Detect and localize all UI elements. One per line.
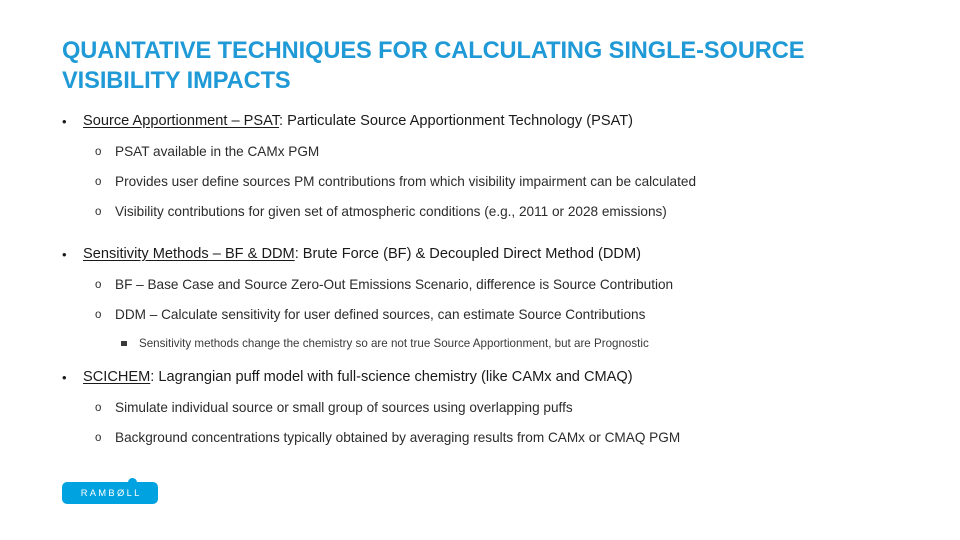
bullet-lead-text: Sensitivity Methods – BF & DDM [83,246,295,262]
bullet-circle-icon: o [95,176,102,188]
bullet-text: Visibility contributions for given set o… [115,204,667,219]
presentation-slide: QUANTATIVE TECHNIQUES FOR CALCULATING SI… [0,0,960,540]
bullet-text: DDM – Calculate sensitivity for user def… [115,307,646,322]
bullet-rest-text: : Lagrangian puff model with full-scienc… [150,369,633,385]
bullet-level2: o Visibility contributions for given set… [0,203,960,220]
bullet-level2: o Simulate individual source or small gr… [0,399,960,416]
bullet-level2: o Provides user define sources PM contri… [0,173,960,190]
bullet-text: Sensitivity methods change the chemistry… [139,337,649,350]
bullet-level2: o Background concentrations typically ob… [0,429,960,446]
bullet-circle-icon: o [95,402,102,414]
bullet-text: PSAT available in the CAMx PGM [115,144,320,159]
slide-body: • Source Apportionment – PSAT: Particula… [0,112,960,459]
bullet-level1: • SCICHEM: Lagrangian puff model with fu… [0,368,960,387]
bullet-level2: o DDM – Calculate sensitivity for user d… [0,306,960,323]
bullet-dot-icon: • [62,370,67,385]
bullet-square-icon [121,341,127,346]
bullet-level1: • Source Apportionment – PSAT: Particula… [0,112,960,131]
bullet-text: Provides user define sources PM contribu… [115,174,697,189]
bullet-circle-icon: o [95,146,102,158]
bullet-level2: o PSAT available in the CAMx PGM [0,143,960,160]
logo-wordmark: RAMBØLL [80,487,142,498]
bullet-circle-icon: o [95,309,102,321]
bullet-lead-text: SCICHEM [83,369,151,385]
bullet-circle-icon: o [95,206,102,218]
bullet-circle-icon: o [95,279,102,291]
bullet-rest-text: : Brute Force (BF) & Decoupled Direct Me… [294,246,641,262]
bullet-rest-text: : Particulate Source Apportionment Techn… [279,113,633,129]
bullet-text: Simulate individual source or small grou… [115,400,573,415]
bullet-lead-text: Source Apportionment – PSAT [83,113,280,129]
bullet-text: Background concentrations typically obta… [115,430,681,445]
bullet-level1: • Sensitivity Methods – BF & DDM: Brute … [0,245,960,264]
bullet-circle-icon: o [95,432,102,444]
slide-title: QUANTATIVE TECHNIQUES FOR CALCULATING SI… [62,37,811,94]
bullet-text: BF – Base Case and Source Zero-Out Emiss… [115,277,674,292]
bullet-level2: o BF – Base Case and Source Zero-Out Emi… [0,276,960,293]
bullet-dot-icon: • [62,247,67,262]
ramboll-logo: RAMBØLL [62,477,158,504]
bullet-level3: Sensitivity methods change the chemistry… [0,336,960,351]
bullet-dot-icon: • [62,114,67,129]
